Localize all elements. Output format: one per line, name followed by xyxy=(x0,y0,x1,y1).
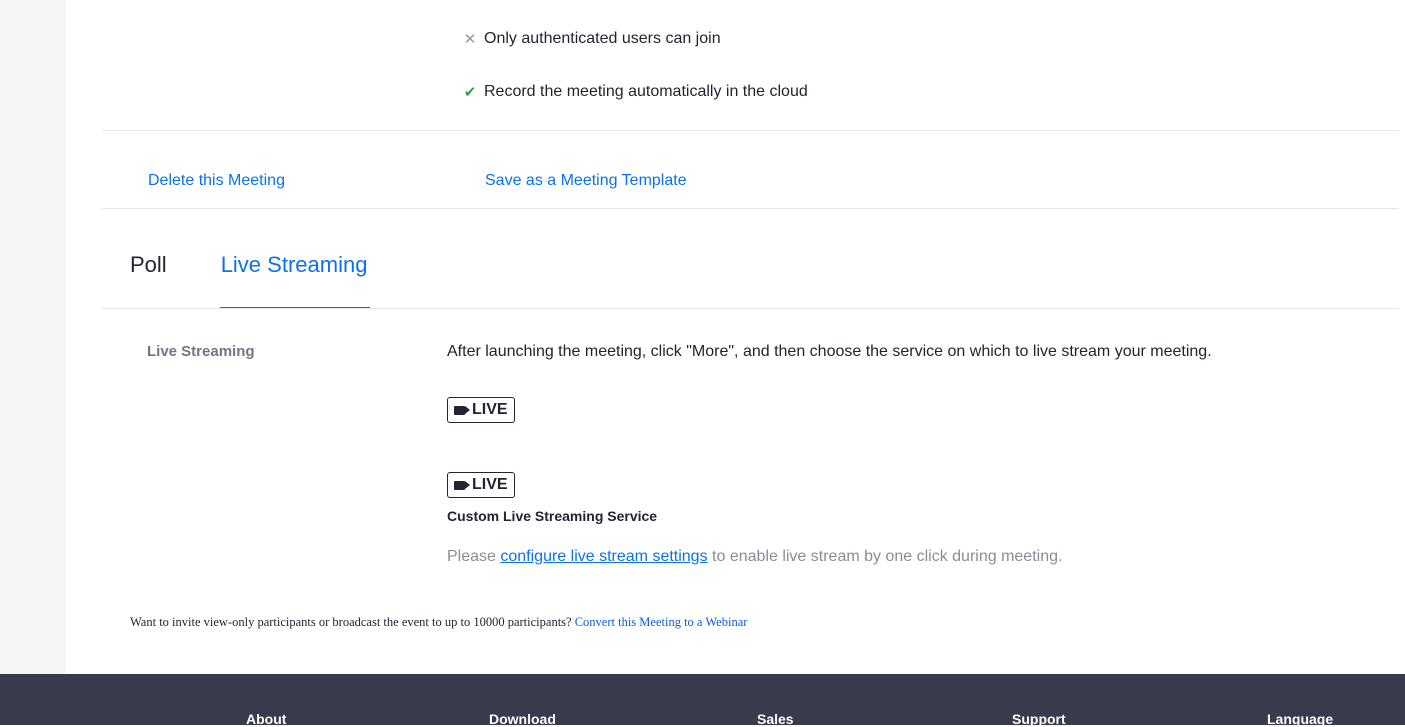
tab-live-streaming[interactable]: Live Streaming xyxy=(221,252,368,278)
save-template-link[interactable]: Save as a Meeting Template xyxy=(485,172,687,190)
delete-meeting-link[interactable]: Delete this Meeting xyxy=(148,172,285,190)
divider xyxy=(102,130,1399,131)
cross-icon: ✕ xyxy=(463,31,477,48)
video-camera-icon xyxy=(454,480,465,490)
checkmark-icon: ✔ xyxy=(463,84,477,101)
live-streaming-description: After launching the meeting, click "More… xyxy=(447,343,1212,360)
video-camera-icon xyxy=(454,405,465,415)
option-authenticated-users: ✕ Only authenticated users can join xyxy=(462,30,721,48)
meeting-details-panel xyxy=(66,0,1405,674)
tab-bar: Poll Live Streaming xyxy=(130,252,367,278)
note-prefix: Please xyxy=(447,548,496,565)
custom-live-button[interactable]: LIVE xyxy=(447,472,515,498)
site-footer: About Download Sales Support Language xyxy=(0,674,1405,727)
divider xyxy=(102,308,1399,309)
live-button-label: LIVE xyxy=(472,401,508,418)
custom-live-service-title: Custom Live Streaming Service xyxy=(447,508,658,524)
left-rail xyxy=(0,0,66,674)
webinar-prompt-text: Want to invite view-only participants or… xyxy=(130,615,572,629)
option-record-cloud: ✔ Record the meeting automatically in th… xyxy=(462,83,808,101)
convert-to-webinar-link[interactable]: Convert this Meeting to a Webinar xyxy=(575,615,748,629)
option-record-label: Record the meeting automatically in the … xyxy=(484,83,808,100)
note-suffix: to enable live stream by one click durin… xyxy=(712,548,1063,565)
tab-poll[interactable]: Poll xyxy=(130,252,167,278)
webinar-prompt: Want to invite view-only participants or… xyxy=(130,615,747,630)
custom-live-button-label: LIVE xyxy=(472,476,508,493)
custom-live-service-note: Please configure live stream settings to… xyxy=(447,548,1062,566)
divider xyxy=(102,208,1399,209)
live-streaming-label: Live Streaming xyxy=(147,343,255,360)
live-button[interactable]: LIVE xyxy=(447,397,515,423)
configure-live-stream-settings-link[interactable]: configure live stream settings xyxy=(500,548,707,565)
option-authenticated-label: Only authenticated users can join xyxy=(484,30,721,47)
